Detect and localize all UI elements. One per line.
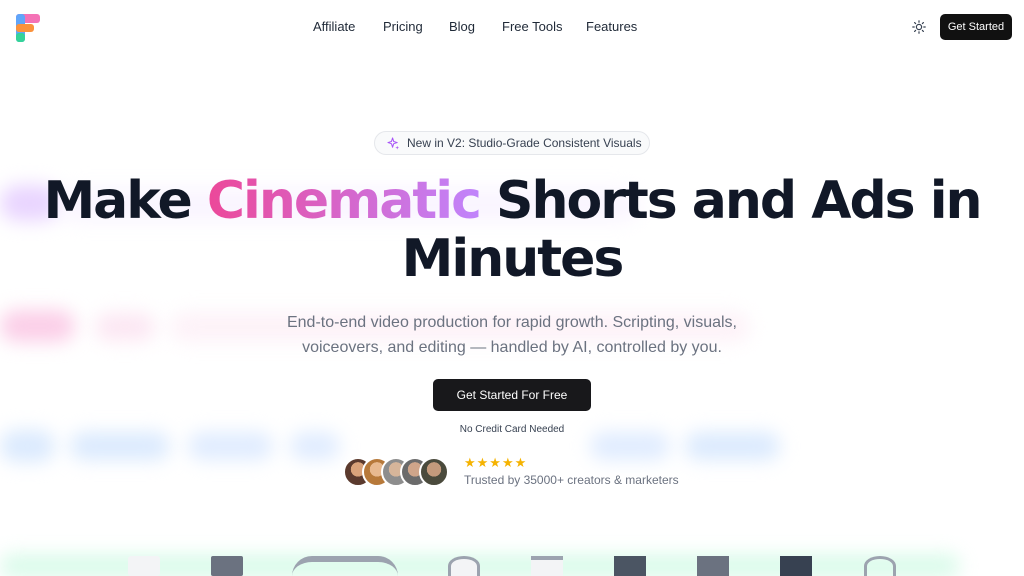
headline-accent: Cinematic (206, 171, 482, 231)
rating-stars: ★★★★★ (464, 455, 528, 470)
brand-logo (780, 556, 812, 576)
nav-link-affiliate[interactable]: Affiliate (313, 19, 355, 34)
hero-subtitle: End-to-end video production for rapid gr… (286, 314, 737, 356)
hero-headline: Make Cinematic Shorts and Ads in Minutes (0, 172, 1024, 288)
header-get-started-button[interactable]: Get Started (940, 14, 1012, 40)
nav-link-blog[interactable]: Blog (449, 19, 475, 34)
sparkle-icon (387, 136, 400, 150)
site-header: Affiliate Pricing Blog Free Tools Featur… (0, 0, 1024, 54)
bg-blob (685, 432, 780, 460)
main-nav: Affiliate Pricing Blog Free Tools Featur… (0, 19, 1024, 37)
nav-link-pricing[interactable]: Pricing (383, 19, 423, 34)
headline-text: Shorts and Ads in Minutes (401, 171, 983, 289)
brand-logo (292, 556, 398, 576)
brand-logo (448, 556, 480, 576)
bg-blob (188, 432, 273, 460)
theme-toggle-button[interactable] (909, 17, 929, 37)
bg-blob (590, 432, 670, 460)
bg-blob (95, 313, 155, 341)
brand-logo (211, 556, 243, 576)
avatar (419, 457, 449, 487)
headline-text: Make (43, 171, 207, 231)
brand-logo (128, 556, 160, 576)
brand-logo (531, 556, 563, 576)
brand-logo (614, 556, 646, 576)
bg-blob (290, 432, 340, 460)
brand-logo (697, 556, 729, 576)
bg-blob (0, 310, 75, 342)
trusted-by-text: Trusted by 35000+ creators & marketers (464, 473, 679, 487)
badge-text: New in V2: Studio-Grade Consistent Visua… (407, 136, 642, 150)
brand-logo-strip (0, 556, 1024, 576)
brand-logo (864, 556, 896, 576)
bg-blob (70, 432, 170, 460)
nav-link-features[interactable]: Features (586, 19, 637, 34)
sun-icon (912, 20, 926, 34)
get-started-free-button[interactable]: Get Started For Free (433, 379, 591, 411)
no-credit-card-note: No Credit Card Needed (459, 424, 565, 435)
announcement-badge[interactable]: New in V2: Studio-Grade Consistent Visua… (374, 131, 650, 155)
nav-link-free-tools[interactable]: Free Tools (502, 19, 562, 34)
